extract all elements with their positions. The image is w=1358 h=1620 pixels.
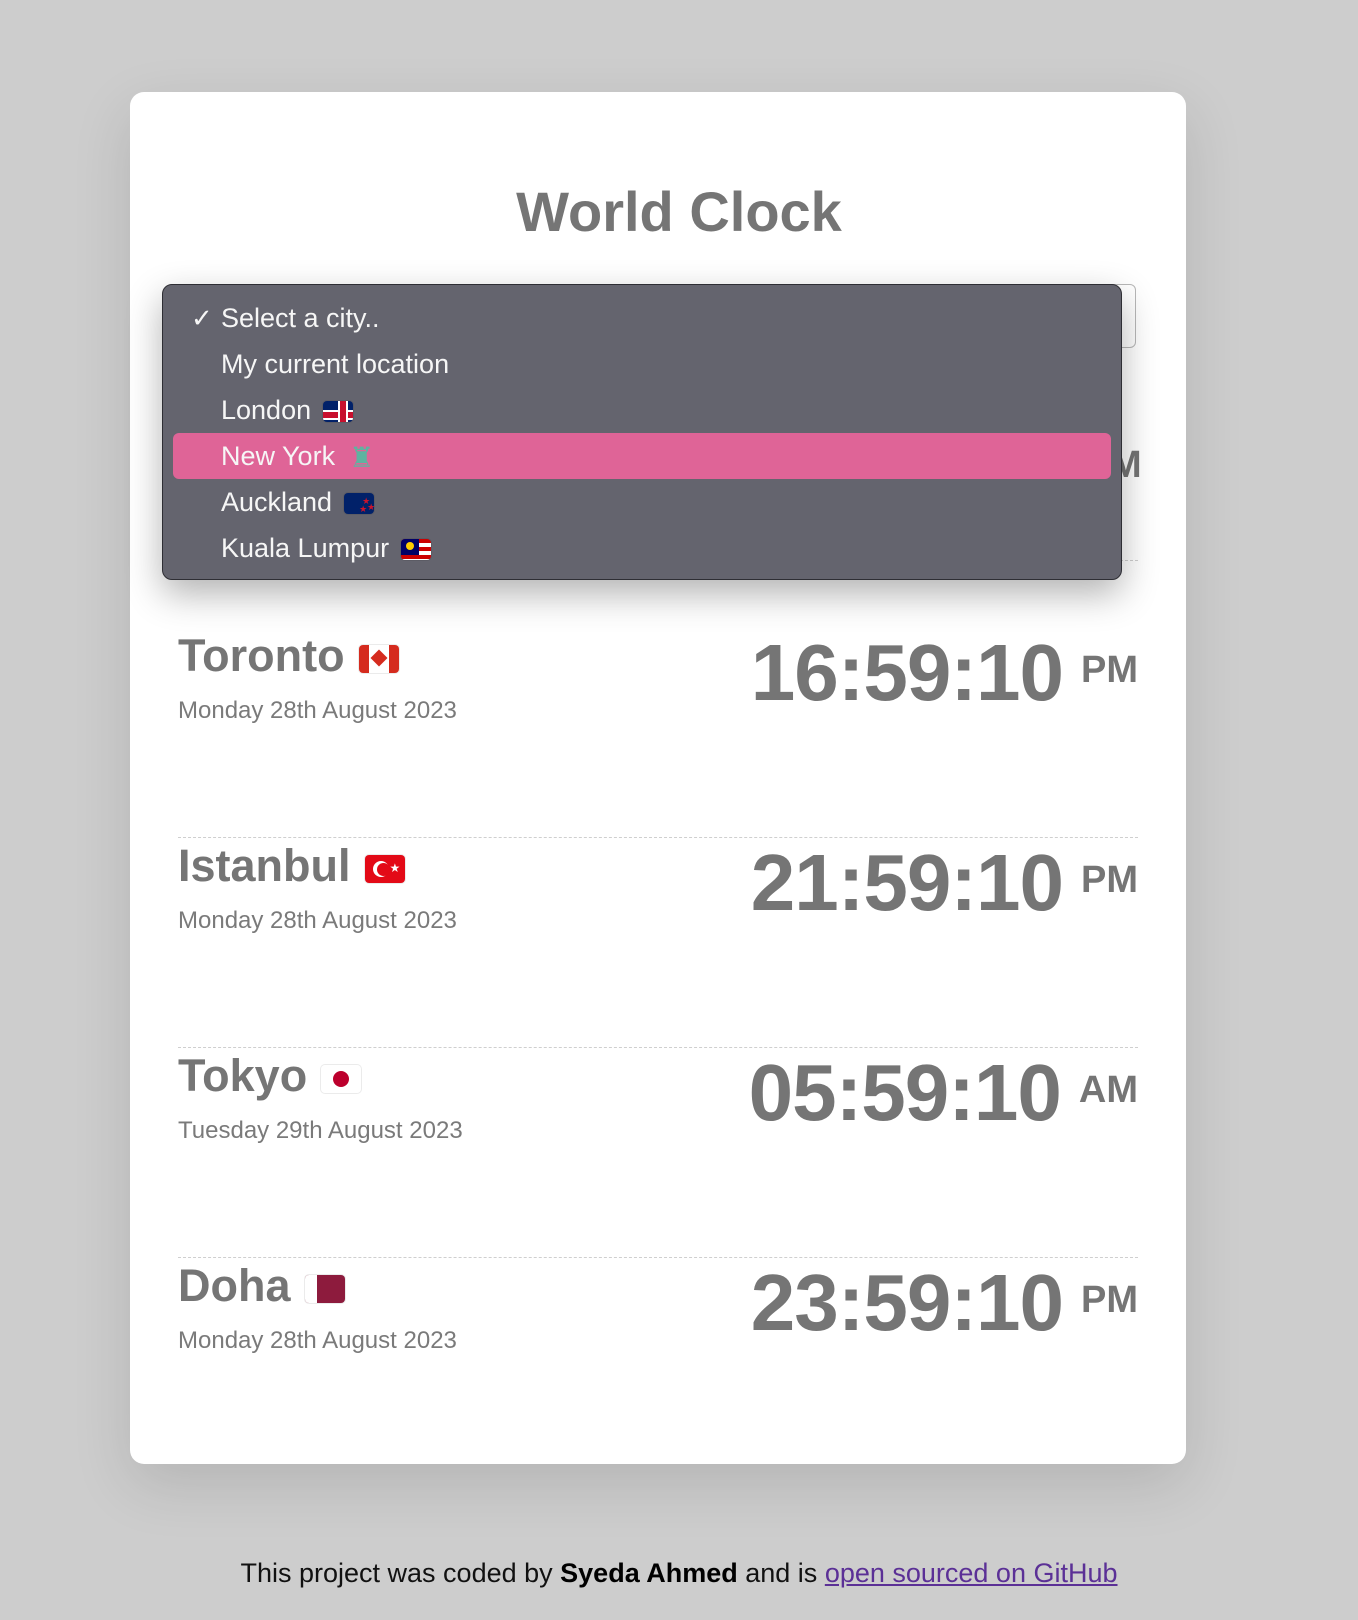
city-row-tokyo: Tokyo Tuesday 29th August 2023 05:59:10 A…: [178, 1048, 1138, 1258]
city-time: 21:59:10 PM: [751, 838, 1138, 928]
city-row-doha: Doha Monday 28th August 2023 23:59:10 PM: [178, 1258, 1138, 1468]
footer-prefix: This project was coded by: [240, 1558, 553, 1588]
city-dropdown-menu: ✓ Select a city.. My current location Lo…: [162, 284, 1122, 580]
canada-flag-icon: [358, 645, 399, 674]
malaysia-flag-icon: [401, 539, 432, 560]
city-time: 05:59:10 AM: [749, 1048, 1138, 1138]
city-date: Tuesday 29th August 2023: [178, 1117, 463, 1144]
option-auckland[interactable]: Auckland ★ ★ ★: [173, 479, 1111, 525]
city-name: Doha: [178, 1258, 345, 1314]
clock-digits: 21:59:10: [750, 838, 1064, 927]
city-date: Monday 28th August 2023: [178, 1327, 457, 1354]
option-select-a-city[interactable]: ✓ Select a city..: [173, 295, 1111, 341]
city-name: Istanbul ★: [178, 838, 405, 894]
clock-digits: 16:59:10: [750, 628, 1064, 717]
city-date: Monday 28th August 2023: [178, 697, 457, 724]
am-pm-label: PM: [1081, 859, 1138, 901]
clock-digits: 05:59:10: [748, 1048, 1062, 1137]
statue-of-liberty-icon: ♜: [349, 442, 375, 473]
page-title: World Clock: [516, 180, 842, 243]
author-name: Syeda Ahmed: [560, 1558, 738, 1588]
uk-flag-icon: [323, 401, 354, 422]
city-date: Monday 28th August 2023: [178, 907, 457, 934]
city-time: 16:59:10 PM: [751, 628, 1138, 718]
clock-digits: 23:59:10: [750, 1258, 1064, 1347]
am-pm-label: PM: [1081, 649, 1138, 691]
github-link[interactable]: open sourced on GitHub: [825, 1558, 1118, 1588]
city-time: 23:59:10 PM: [751, 1258, 1138, 1348]
city-name: Tokyo: [178, 1048, 362, 1104]
qatar-flag-icon: [304, 1275, 345, 1304]
city-row-toronto: Toronto Monday 28th August 2023 16:59:10…: [178, 628, 1138, 838]
checkmark-icon: ✓: [191, 303, 213, 333]
option-my-current-location[interactable]: My current location: [173, 341, 1111, 387]
city-name: Toronto: [178, 628, 399, 684]
option-new-york[interactable]: New York ♜: [173, 433, 1111, 479]
footer: This project was coded by Syeda Ahmed an…: [0, 1558, 1358, 1589]
option-london[interactable]: London: [173, 387, 1111, 433]
option-kuala-lumpur[interactable]: Kuala Lumpur: [173, 525, 1111, 571]
am-pm-label: AM: [1078, 1069, 1138, 1111]
city-row-istanbul: Istanbul ★ Monday 28th August 2023 21:59:…: [178, 838, 1138, 1048]
turkey-flag-icon: ★: [364, 855, 405, 884]
am-pm-label: PM: [1081, 1279, 1138, 1321]
japan-flag-icon: [321, 1065, 362, 1094]
nz-flag-icon: ★ ★ ★: [344, 493, 375, 514]
footer-middle: and is: [745, 1558, 818, 1588]
